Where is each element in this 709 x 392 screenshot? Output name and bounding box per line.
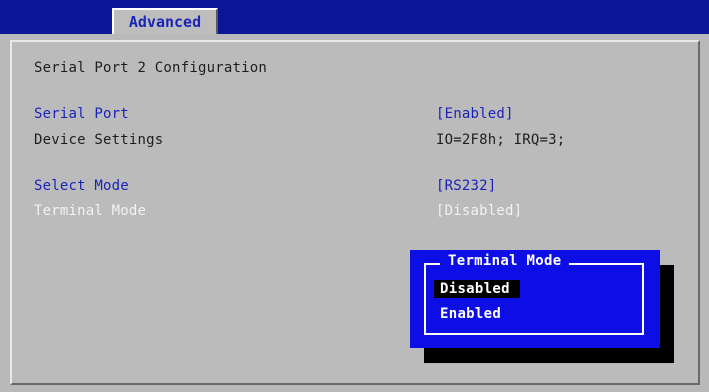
popup-option-disabled[interactable]: Disabled (434, 280, 520, 298)
popup-title: Terminal Mode (440, 253, 570, 269)
serial-port-label[interactable]: Serial Port (34, 106, 129, 122)
select-mode-label[interactable]: Select Mode (34, 178, 129, 194)
top-menu-bar (0, 0, 709, 34)
select-mode-value[interactable]: [RS232] (436, 178, 496, 194)
serial-port-value[interactable]: [Enabled] (436, 106, 514, 122)
tab-advanced[interactable]: Advanced (112, 8, 218, 34)
device-settings-value: IO=2F8h; IRQ=3; (436, 132, 566, 148)
page-title: Serial Port 2 Configuration (34, 60, 267, 76)
device-settings-label: Device Settings (34, 132, 164, 148)
terminal-mode-value[interactable]: [Disabled] (436, 203, 522, 219)
popup-option-enabled[interactable]: Enabled (440, 306, 501, 322)
terminal-mode-popup: Terminal Mode Disabled Enabled (410, 250, 660, 348)
terminal-mode-label[interactable]: Terminal Mode (34, 203, 146, 219)
popup-frame (424, 263, 644, 335)
